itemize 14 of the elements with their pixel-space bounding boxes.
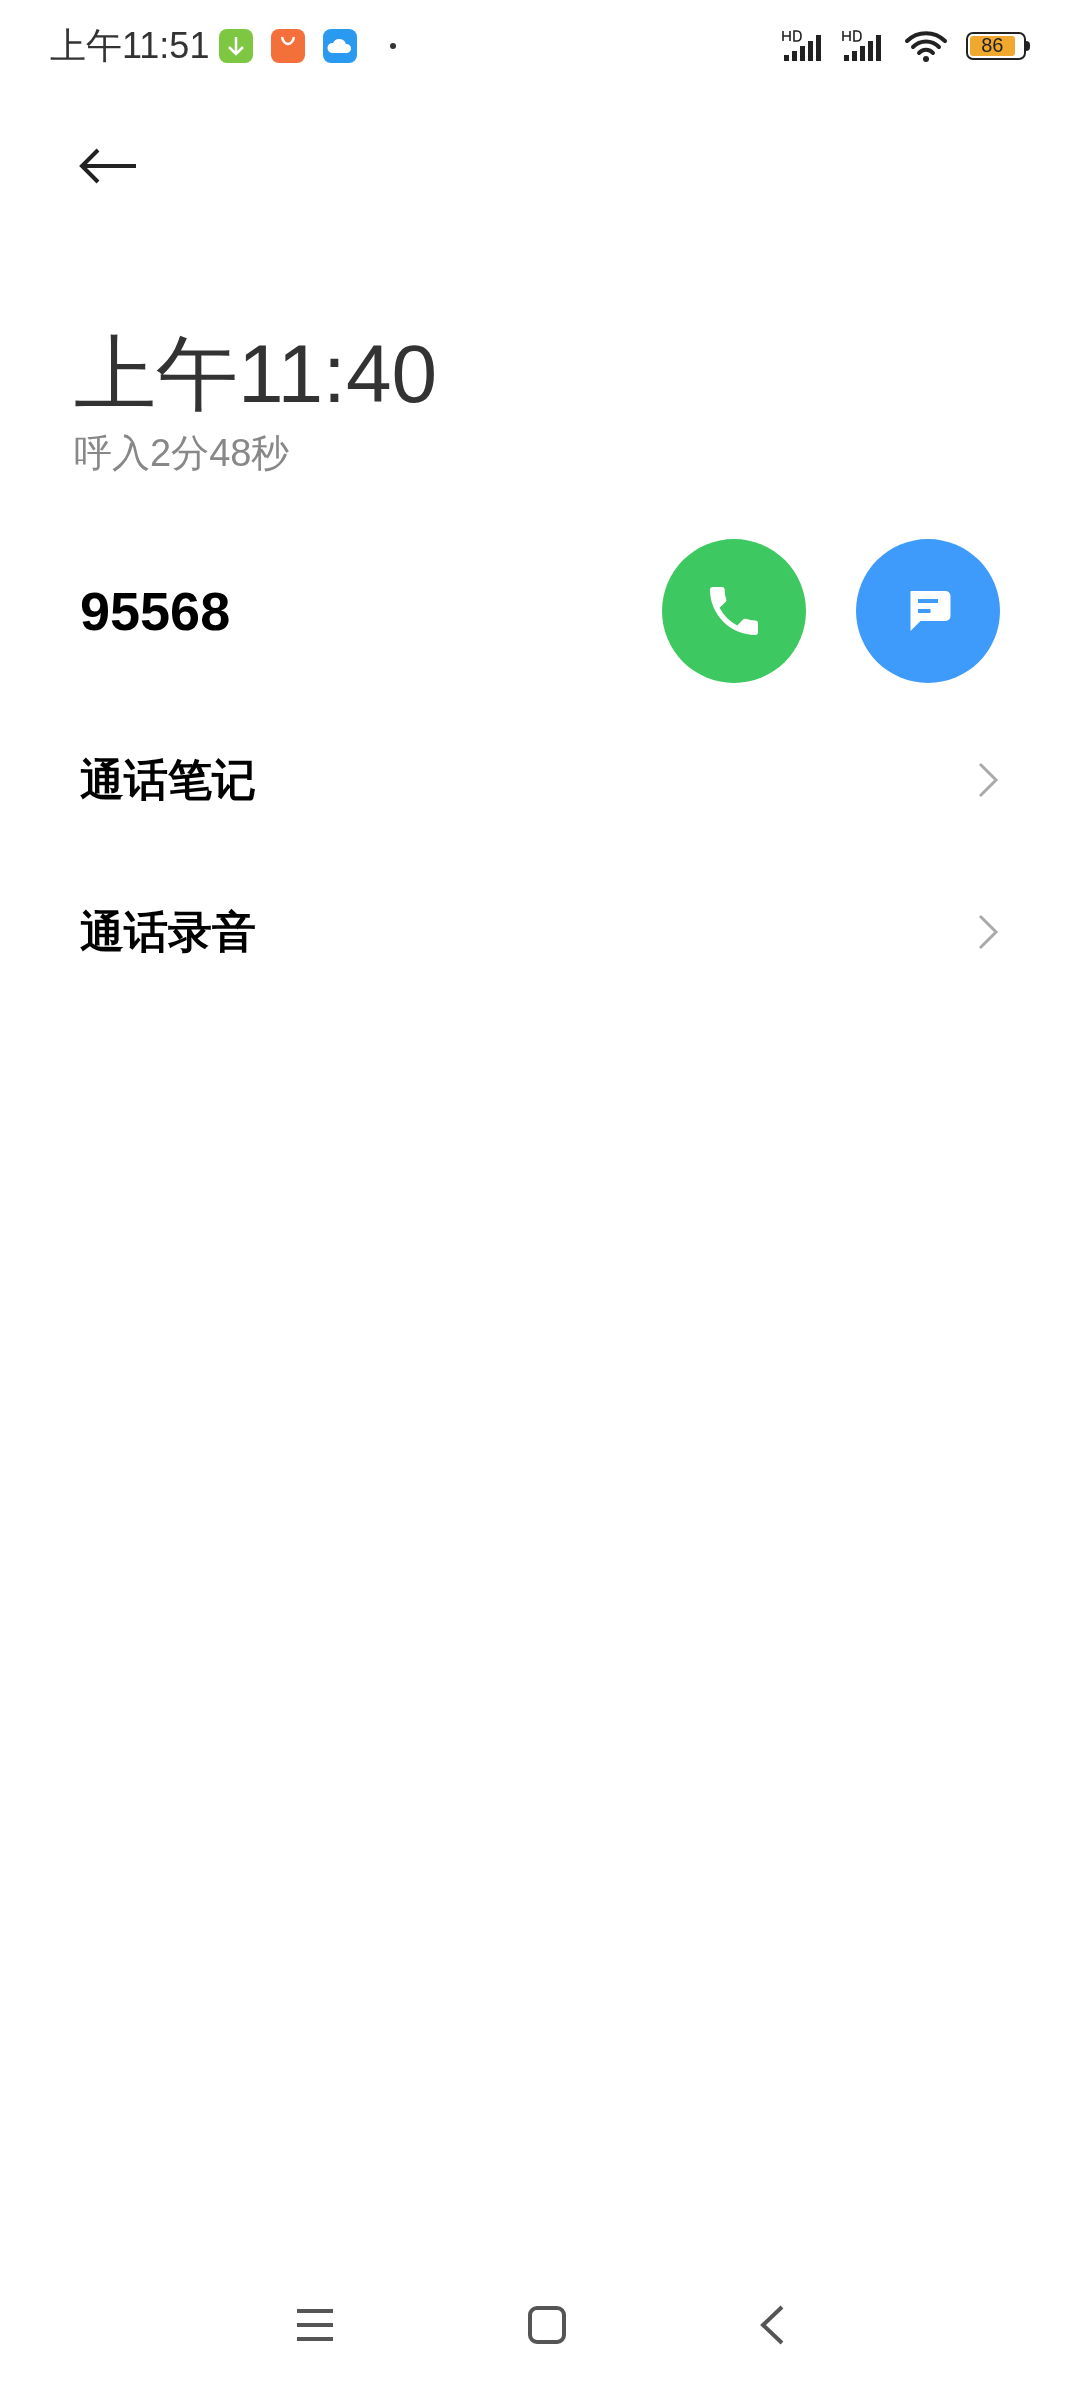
call-detail: 呼入2分48秒 (74, 431, 291, 476)
list-item[interactable]: 通话录音 (0, 856, 1080, 1008)
status-time: 上午11:51 (50, 24, 210, 68)
wifi-icon (904, 29, 948, 63)
dot-icon (389, 42, 398, 50)
download-app-icon (219, 29, 254, 63)
chevron-icon (976, 912, 1000, 952)
chevron-icon (976, 760, 1000, 800)
shopping-bag-icon (271, 29, 306, 63)
cloud-app-icon (323, 29, 358, 63)
call-time: 上午11:40 (74, 327, 439, 421)
home-button[interactable] (527, 2305, 567, 2345)
list-item[interactable]: 通话笔记 (0, 704, 1080, 856)
phone-number: 95568 (80, 579, 232, 643)
